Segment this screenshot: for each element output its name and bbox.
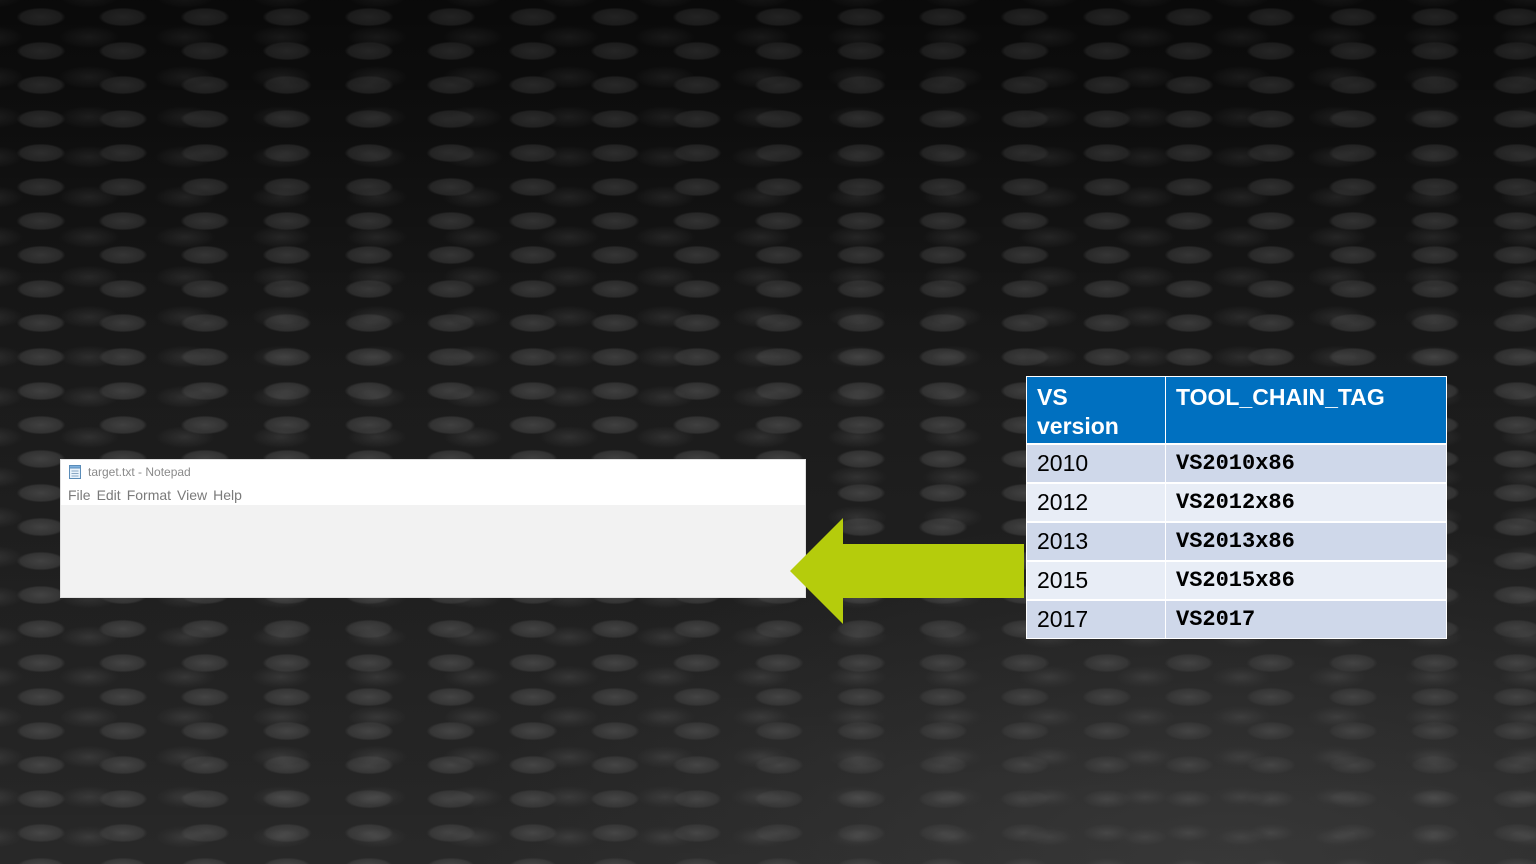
table-row: 2010 VS2010x86 — [1026, 443, 1447, 484]
table-row: 2017 VS2017 — [1026, 599, 1447, 639]
cell-tag: VS2013x86 — [1165, 521, 1447, 562]
table-header-row: VS version TOOL_CHAIN_TAG — [1026, 376, 1447, 445]
cell-version: 2013 — [1026, 521, 1166, 562]
arrow-shape — [790, 518, 1024, 624]
header-vs-version: VS version — [1026, 376, 1166, 445]
notepad-titlebar: target.txt - Notepad — [61, 460, 805, 484]
menu-help[interactable]: Help — [210, 487, 245, 503]
table-row: 2015 VS2015x86 — [1026, 560, 1447, 601]
notepad-title: target.txt - Notepad — [88, 465, 191, 479]
notepad-icon — [69, 465, 82, 479]
table-row: 2012 VS2012x86 — [1026, 482, 1447, 523]
table-row: 2013 VS2013x86 — [1026, 521, 1447, 562]
cell-version: 2015 — [1026, 560, 1166, 601]
menu-file[interactable]: File — [65, 487, 94, 503]
cell-tag: VS2012x86 — [1165, 482, 1447, 523]
menu-format[interactable]: Format — [124, 487, 174, 503]
toolchain-table: VS version TOOL_CHAIN_TAG 2010 VS2010x86… — [1026, 376, 1447, 639]
notepad-window: target.txt - Notepad File Edit Format Vi… — [61, 460, 805, 597]
cell-version: 2010 — [1026, 443, 1166, 484]
cell-version: 2017 — [1026, 599, 1166, 639]
menu-view[interactable]: View — [174, 487, 210, 503]
notepad-text-area[interactable] — [61, 505, 805, 597]
cell-tag: VS2010x86 — [1165, 443, 1447, 484]
notepad-menubar: File Edit Format View Help — [61, 484, 805, 505]
cell-version: 2012 — [1026, 482, 1166, 523]
left-arrow-icon — [790, 518, 1024, 624]
cell-tag: VS2015x86 — [1165, 560, 1447, 601]
header-tool-chain-tag: TOOL_CHAIN_TAG — [1165, 376, 1447, 445]
menu-edit[interactable]: Edit — [94, 487, 124, 503]
cell-tag: VS2017 — [1165, 599, 1447, 639]
